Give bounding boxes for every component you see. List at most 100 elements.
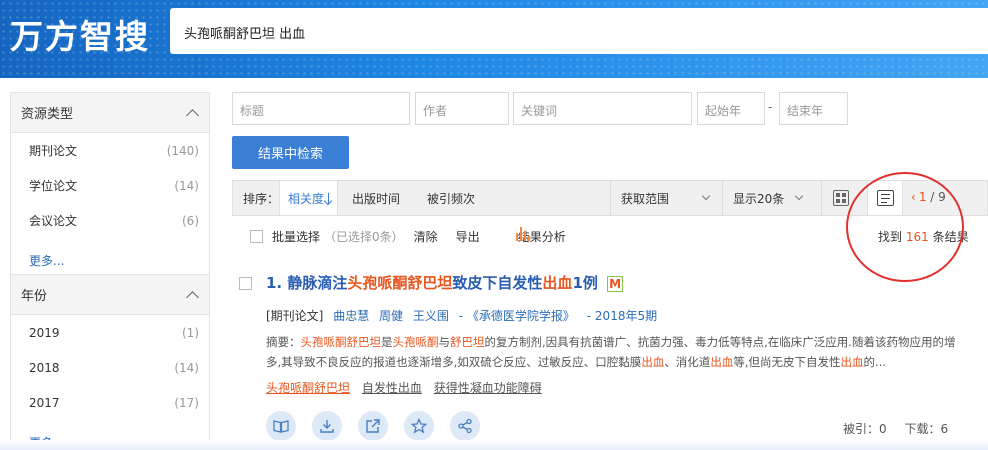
result-stats: 被引：0 下载：6	[843, 420, 948, 437]
scope-label: 获取范围	[621, 191, 670, 206]
sidebar-item-journal[interactable]: 期刊论文 (140)	[11, 133, 209, 168]
star-icon	[411, 418, 427, 434]
book-icon	[273, 420, 289, 433]
sidebar-item-label: 2019	[29, 325, 60, 340]
doc-type: [期刊论文]	[266, 309, 324, 323]
clear-button[interactable]: 清除	[414, 228, 438, 245]
chevron-down-icon	[701, 191, 711, 201]
keyword-link[interactable]: 获得性凝血功能障碍	[434, 381, 542, 395]
journal-link[interactable]: 《承德医学院学报》	[467, 309, 575, 323]
resource-type-title: 资源类型	[21, 107, 74, 122]
result-tools	[266, 411, 496, 441]
keyword-list: 头孢哌酮舒巴坦 自发性出血 获得性凝血功能障碍	[266, 379, 550, 396]
open-button[interactable]	[358, 411, 388, 441]
sort-label: 排序：	[243, 191, 280, 206]
resource-type-header[interactable]: 资源类型	[11, 93, 209, 133]
abstract-highlight: 出血	[710, 355, 734, 369]
sort-citations[interactable]: 被引频次	[427, 181, 475, 215]
title-highlight: 头孢哌酮舒巴坦	[347, 274, 453, 292]
abstract-highlight: 出血	[840, 355, 864, 369]
sidebar-item-count: (6)	[182, 213, 199, 228]
download-button[interactable]	[312, 411, 342, 441]
keyword-field[interactable]: 关键词	[513, 92, 692, 125]
m-badge-icon[interactable]: M	[607, 275, 624, 292]
divider	[610, 181, 611, 215]
result-title[interactable]: 1. 静脉滴注头孢哌酮舒巴坦致皮下自发性出血1例 M	[266, 272, 624, 293]
grid-view-icon[interactable]	[833, 190, 849, 206]
sidebar-item-thesis[interactable]: 学位论文 (14)	[11, 168, 209, 203]
title-highlight: 出血	[542, 274, 573, 292]
abstract-text: 、消化道	[664, 355, 711, 369]
chevron-down-icon	[795, 191, 804, 201]
author-link[interactable]: 曲忠慧	[333, 309, 369, 323]
chevron-up-icon[interactable]	[186, 290, 199, 304]
search-within-results-button[interactable]: 结果中检索	[232, 136, 349, 169]
batch-select-label[interactable]: 批量选择	[272, 228, 320, 245]
sidebar-item-count: (140)	[166, 143, 199, 158]
sidebar-item-count: (14)	[174, 360, 199, 375]
page-size-label: 显示20条	[733, 191, 785, 206]
abstract-text: 与	[438, 335, 451, 349]
start-year-field[interactable]: 起始年	[697, 92, 765, 125]
bottom-edge	[0, 440, 988, 450]
sidebar-item-count: (1)	[182, 325, 199, 340]
sort-relevance-label: 相关度	[288, 191, 325, 206]
share-button[interactable]	[450, 411, 480, 441]
result-meta: [期刊论文] 曲忠慧 周健 王义围 - 《承德医学院学报》 - 2018年5期	[266, 309, 658, 323]
annotation-circle	[846, 172, 964, 282]
abstract-highlight: 舒巴坦	[450, 335, 485, 349]
title-field[interactable]: 标题	[232, 92, 410, 125]
read-button[interactable]	[266, 411, 296, 441]
abstract-label: 摘要：	[266, 335, 301, 349]
sidebar-item-year-2019[interactable]: 2019 (1)	[11, 315, 209, 350]
sort-pub-time[interactable]: 出版时间	[352, 181, 400, 215]
abstract-highlight: 头孢哌酮舒巴坦	[300, 335, 382, 349]
result-checkbox[interactable]	[239, 277, 252, 290]
sidebar-item-count: (14)	[174, 178, 199, 193]
site-logo[interactable]: 万方智搜	[10, 10, 150, 58]
sidebar-item-year-2018[interactable]: 2018 (14)	[11, 350, 209, 385]
keyword-link[interactable]: 自发性出血	[362, 381, 422, 395]
author-field[interactable]: 作者	[415, 92, 509, 125]
sidebar-item-label: 2018	[29, 360, 60, 375]
author-link[interactable]: 周健	[379, 309, 403, 323]
bar-chart-icon	[516, 227, 530, 241]
favorite-button[interactable]	[404, 411, 434, 441]
divider	[821, 181, 822, 215]
sidebar-item-label: 2017	[29, 395, 60, 410]
divider	[722, 181, 723, 215]
sidebar-item-label: 会议论文	[29, 214, 78, 228]
arrow-down-icon	[328, 192, 330, 204]
result-index: 1.	[266, 274, 283, 292]
external-link-icon	[366, 419, 380, 433]
header-banner: 万方智搜 头孢哌酮舒巴坦 出血	[0, 0, 988, 78]
scope-dropdown[interactable]: 获取范围	[621, 181, 711, 215]
download-count: 下载：6	[904, 422, 949, 436]
abstract-text: 的...	[863, 355, 886, 369]
year-range-dash: -	[768, 100, 773, 114]
abstract-highlight: 出血	[641, 355, 665, 369]
sidebar-item-label: 学位论文	[29, 179, 78, 193]
share-icon	[458, 418, 472, 434]
sort-relevance[interactable]: 相关度	[279, 181, 339, 215]
cited-count: 被引：0	[843, 422, 887, 436]
export-button[interactable]: 导出	[456, 228, 480, 245]
author-link[interactable]: 王义围	[413, 309, 449, 323]
keyword-link[interactable]: 头孢哌酮舒巴坦	[266, 381, 350, 395]
issue-link[interactable]: 2018年5期	[595, 309, 657, 323]
search-input[interactable]: 头孢哌酮舒巴坦 出血	[170, 8, 988, 54]
result-abstract: 摘要：头孢哌酮舒巴坦是头孢哌酮与舒巴坦的复方制剂,因具有抗菌谱广、抗菌力强、毒力…	[266, 332, 956, 372]
end-year-field[interactable]: 结束年	[779, 92, 848, 125]
page-size-dropdown[interactable]: 显示20条	[733, 181, 804, 215]
chevron-up-icon[interactable]	[186, 108, 199, 122]
year-title: 年份	[21, 289, 48, 304]
resource-more-link[interactable]: 更多...	[11, 238, 209, 274]
sidebar-item-conference[interactable]: 会议论文 (6)	[11, 203, 209, 238]
sidebar-item-label: 期刊论文	[29, 144, 78, 158]
sidebar-item-year-2017[interactable]: 2017 (17)	[11, 385, 209, 420]
year-header[interactable]: 年份	[11, 275, 209, 315]
sidebar-item-count: (17)	[174, 395, 199, 410]
batch-select-checkbox[interactable]	[250, 229, 263, 243]
abstract-text: 是	[381, 335, 393, 349]
filter-sidebar: 资源类型 期刊论文 (140) 学位论文 (14) 会议论文 (6) 更多...…	[10, 92, 210, 450]
